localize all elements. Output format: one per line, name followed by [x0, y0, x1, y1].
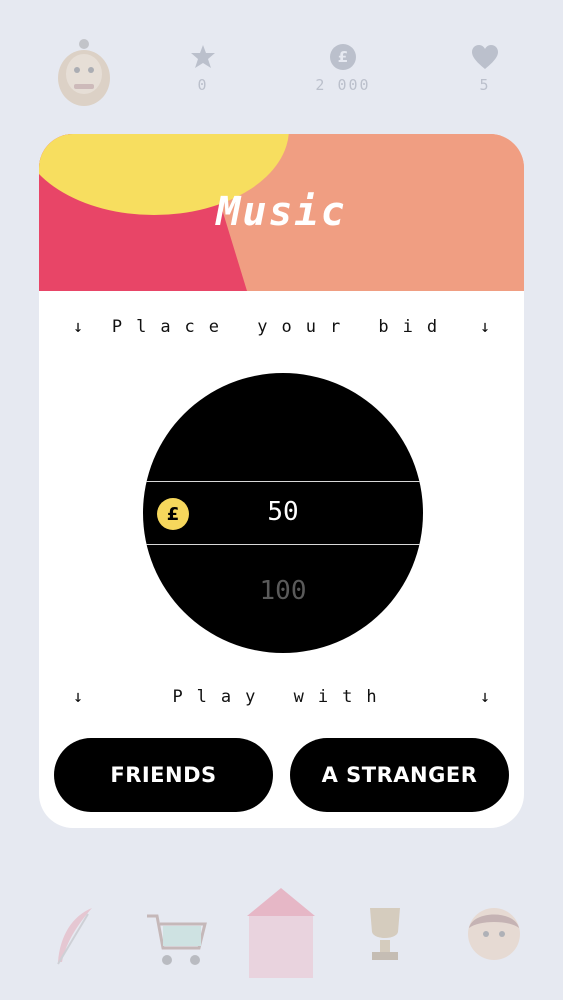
feather-icon[interactable] [52, 906, 98, 966]
down-arrow-icon: ↓ [479, 317, 491, 337]
shopping-cart-icon[interactable] [145, 910, 207, 968]
bid-picker-wheel[interactable]: £ 50 100 [143, 373, 423, 653]
picker-divider-top [143, 481, 423, 482]
profile-icon[interactable] [465, 904, 523, 964]
bid-label: Place your bid [111, 317, 452, 337]
category-title: Music [216, 189, 347, 235]
down-arrow-icon: ↓ [72, 687, 84, 707]
play-with-friends-button[interactable]: FRIENDS [54, 738, 273, 812]
play-section-header: ↓ Play with ↓ [69, 687, 494, 707]
bottom-nav [0, 880, 563, 1000]
coins-count: 2 000 [315, 76, 371, 94]
bid-next-value[interactable]: 100 [143, 576, 423, 606]
star-icon [158, 42, 248, 72]
lives-count: 5 [479, 76, 491, 94]
home-icon[interactable] [245, 886, 317, 980]
play-label: Play with [172, 687, 391, 707]
down-arrow-icon: ↓ [72, 317, 84, 337]
coin-icon: £ [298, 42, 388, 72]
avatar-icon [58, 39, 110, 106]
stars-stat: 0 [158, 42, 248, 94]
top-status-bar: 0 £ 2 000 5 [0, 0, 563, 120]
bid-selected-value[interactable]: 50 [143, 497, 423, 527]
bid-section-header: ↓ Place your bid ↓ [69, 317, 494, 337]
svg-text:£: £ [338, 48, 348, 66]
trophy-icon[interactable] [358, 906, 412, 966]
picker-divider-bottom [143, 544, 423, 545]
down-arrow-icon: ↓ [479, 687, 491, 707]
play-with-stranger-button[interactable]: A STRANGER [290, 738, 509, 812]
coins-stat: £ 2 000 [298, 42, 388, 94]
bid-modal-card: Music ↓ Place your bid ↓ £ 50 100 ↓ Play… [39, 134, 524, 828]
stars-count: 0 [197, 76, 209, 94]
heart-icon [440, 42, 530, 72]
lives-stat: 5 [440, 42, 530, 94]
category-banner: Music [39, 134, 524, 291]
